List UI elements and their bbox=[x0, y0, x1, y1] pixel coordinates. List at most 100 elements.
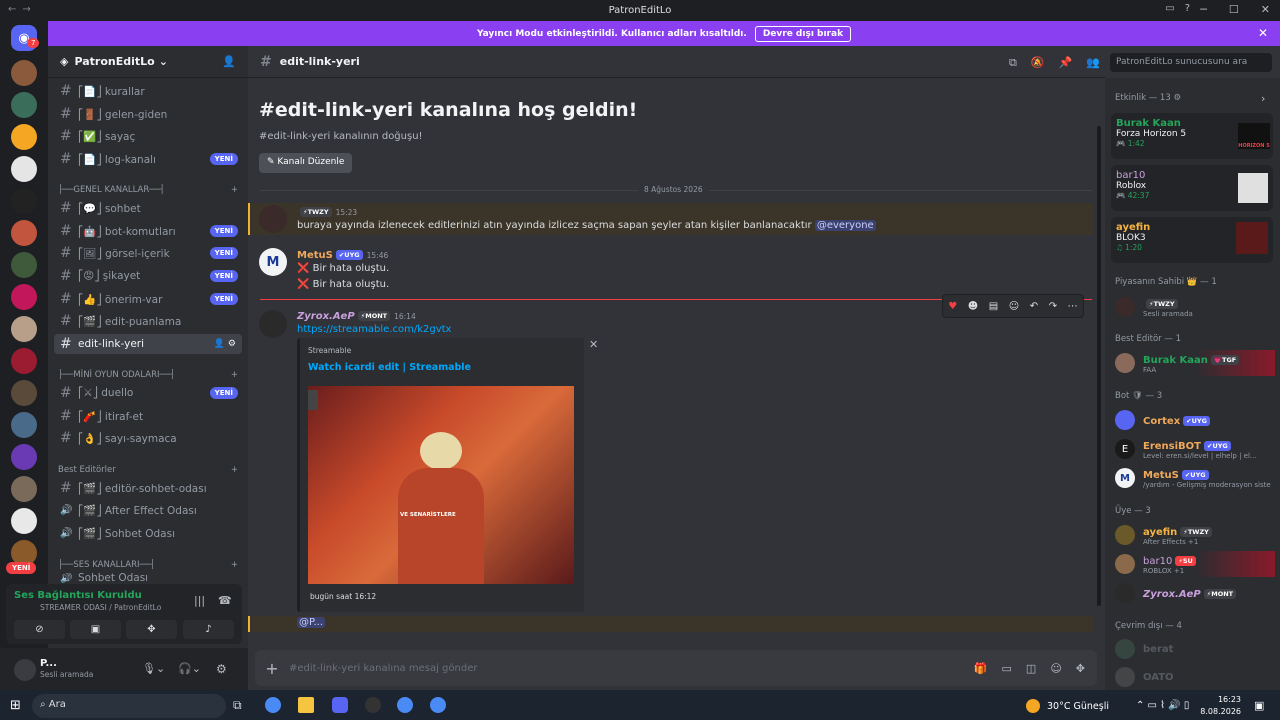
clock-date[interactable]: 8.08.2026 bbox=[1195, 707, 1241, 716]
message-author[interactable]: Zyrox.AeP bbox=[297, 311, 355, 322]
server-icon[interactable] bbox=[11, 92, 37, 118]
category-header[interactable]: ├──MİNİ OYUN ODALARI──┤ + bbox=[58, 370, 238, 380]
member-item[interactable]: berat bbox=[1115, 636, 1275, 662]
screen-share-button[interactable]: ▣ bbox=[70, 620, 121, 639]
category-header[interactable]: ├──SES KANALLARI──┤ + bbox=[58, 560, 238, 570]
member-item[interactable]: ayefin ⚡TWZY After Effects +1 bbox=[1115, 522, 1275, 548]
channel-item[interactable]: # ⎡🎬⎦ editör-sohbet-odası bbox=[54, 478, 242, 498]
member-item[interactable]: Burak Kaan 💗TGF FAA bbox=[1115, 350, 1275, 376]
weather-text[interactable]: 30°C Güneşli bbox=[1047, 701, 1109, 712]
channel-item[interactable]: # ⎡📄⎦ kurallar bbox=[54, 81, 242, 101]
add-member-icon[interactable]: 👤 bbox=[222, 55, 236, 68]
notification-icon[interactable]: 🔕 bbox=[1031, 56, 1045, 70]
maximize-button[interactable]: ☐ bbox=[1229, 3, 1239, 16]
notification-icon[interactable]: ▣ bbox=[1254, 699, 1264, 712]
member-item[interactable]: Cortex ✔UYG bbox=[1115, 407, 1275, 433]
channel-item[interactable]: # ⎡🖼⎦ görsel-içerik YENİ bbox=[54, 243, 242, 263]
server-header[interactable]: ◈ PatronEditLo ⌄ 👤 bbox=[48, 46, 248, 78]
headphones-icon[interactable]: 🎧⌄ bbox=[178, 662, 201, 675]
signal-icon[interactable]: ||| bbox=[194, 594, 205, 607]
apps-icon[interactable]: ✥ bbox=[1076, 662, 1085, 675]
member-item[interactable]: Zyrox.AeP ⚡MONT bbox=[1115, 580, 1275, 606]
threads-icon[interactable]: ⧉ bbox=[1009, 56, 1017, 70]
avatar[interactable]: M bbox=[259, 248, 287, 276]
chrome-icon[interactable] bbox=[397, 697, 413, 713]
rainbow-reaction-icon[interactable]: ▤ bbox=[989, 301, 998, 312]
sticker-icon[interactable]: ◫ bbox=[1026, 662, 1036, 675]
search-input[interactable]: PatronEditLo sunucusunu ara bbox=[1110, 53, 1272, 72]
add-channel-icon[interactable]: + bbox=[231, 370, 238, 380]
avatar[interactable] bbox=[259, 205, 287, 233]
member-item[interactable]: bar10 ⚡SU ROBLOX +1 bbox=[1115, 551, 1275, 577]
voice-channel-item[interactable]: 🔊 ⎡🎬⎦ Sohbet Odası bbox=[54, 523, 242, 543]
taskbar-search[interactable]: ⌕ Ara bbox=[32, 694, 226, 718]
server-icon[interactable] bbox=[11, 252, 37, 278]
everyone-mention[interactable]: @everyone bbox=[814, 220, 876, 231]
member-item[interactable]: OATO bbox=[1115, 664, 1275, 690]
channel-item[interactable]: # ⎡🚪⎦ gelen-giden bbox=[54, 104, 242, 124]
server-icon[interactable] bbox=[11, 220, 37, 246]
add-reaction-icon[interactable]: ☺ bbox=[1009, 301, 1019, 312]
mic-icon[interactable]: 🎙⌄ bbox=[142, 662, 165, 675]
task-view-icon[interactable]: ⧉ bbox=[233, 698, 242, 713]
new-servers-pill[interactable]: YENİ bbox=[6, 562, 37, 574]
add-channel-icon[interactable]: + bbox=[231, 185, 238, 195]
server-icon[interactable] bbox=[11, 348, 37, 374]
voice-channel-item[interactable]: 🔊 Sohbet Odası bbox=[54, 573, 242, 583]
add-channel-icon[interactable]: + bbox=[231, 560, 238, 570]
member-list-icon[interactable]: 👥 bbox=[1086, 56, 1100, 70]
user-mention[interactable]: @P... bbox=[297, 617, 326, 628]
forward-icon[interactable]: ↷ bbox=[1049, 301, 1057, 312]
member-item[interactable]: ⚡TWZY Sesli aramada bbox=[1115, 294, 1275, 320]
close-embed-icon[interactable]: ✕ bbox=[589, 338, 598, 351]
reaction-icon[interactable]: ☻ bbox=[968, 301, 978, 312]
server-icon[interactable] bbox=[11, 124, 37, 150]
file-explorer-icon[interactable] bbox=[298, 697, 314, 713]
chrome-icon[interactable] bbox=[265, 697, 281, 713]
pin-icon[interactable]: 📌 bbox=[1059, 56, 1073, 70]
chevron-right-icon[interactable]: › bbox=[1261, 92, 1265, 105]
server-icon[interactable] bbox=[11, 412, 37, 438]
camera-button[interactable]: ⊘ bbox=[14, 620, 65, 639]
windows-start-icon[interactable]: ⊞ bbox=[10, 698, 21, 713]
member-item[interactable]: E ErensiBOT ✔UYG Level: eren.si/level | elh… bbox=[1115, 436, 1275, 462]
channel-item[interactable]: # ⎡🧨⎦ itiraf-et bbox=[54, 406, 242, 426]
disconnect-icon[interactable]: ☎ bbox=[218, 594, 232, 607]
edit-channel-button[interactable]: ✎ Kanalı Düzenle bbox=[259, 153, 353, 173]
voice-channel-name[interactable]: STREAMER ODASI / PatronEditLo bbox=[40, 603, 161, 612]
more-icon[interactable]: ⋯ bbox=[1068, 301, 1078, 312]
channel-item[interactable]: # ⎡✅⎦ sayaç bbox=[54, 126, 242, 146]
gif-icon[interactable]: ▭ bbox=[1002, 662, 1012, 675]
soundboard-button[interactable]: ♪ bbox=[183, 620, 234, 639]
channel-item[interactable]: # ⎡👌⎦ sayı-saymaca bbox=[54, 428, 242, 448]
close-banner-icon[interactable]: ✕ bbox=[1258, 26, 1268, 40]
channel-settings-icon[interactable]: 👤 ⚙ bbox=[214, 339, 236, 349]
channel-item-active[interactable]: # edit-link-yeri 👤 ⚙ bbox=[54, 334, 242, 354]
video-thumbnail[interactable]: VE SENARİSTLERE bbox=[308, 386, 574, 584]
channel-item[interactable]: # ⎡😡⎦ şikayet YENİ bbox=[54, 266, 242, 286]
server-icon[interactable] bbox=[11, 444, 37, 470]
channel-item[interactable]: # ⎡💬⎦ sohbet bbox=[54, 198, 242, 218]
avatar[interactable] bbox=[259, 310, 287, 338]
tray-icons[interactable]: ⌃ ▭ ⌇ 🔊 ▯ bbox=[1136, 700, 1189, 711]
scrollbar[interactable] bbox=[1097, 126, 1101, 606]
category-header[interactable]: ├──GENEL KANALLAR──┤ + bbox=[58, 185, 238, 195]
emoji-icon[interactable]: ☺ bbox=[1050, 662, 1061, 675]
inbox-icon[interactable]: ▭ bbox=[1165, 3, 1174, 14]
voice-channel-item[interactable]: 🔊 ⎡🎬⎦ After Effect Odası bbox=[54, 500, 242, 520]
minimize-button[interactable]: ─ bbox=[1200, 3, 1207, 16]
message-input[interactable]: #edit-link-yeri kanalına mesaj gönder bbox=[289, 663, 974, 674]
discord-taskbar-icon[interactable] bbox=[332, 697, 348, 713]
server-icon[interactable] bbox=[11, 380, 37, 406]
server-icon[interactable] bbox=[11, 508, 37, 534]
disable-streamer-mode-button[interactable]: Devre dışı bırak bbox=[754, 25, 852, 42]
gear-icon[interactable]: ⚙ bbox=[216, 662, 227, 676]
activity-card[interactable]: bar10 Roblox 🎮 42:37 bbox=[1111, 165, 1273, 211]
chrome-icon[interactable] bbox=[430, 697, 446, 713]
clock-time[interactable]: 16:23 bbox=[1205, 695, 1241, 704]
app-icon[interactable] bbox=[365, 697, 381, 713]
nav-arrows[interactable]: ←→ bbox=[8, 4, 37, 15]
activity-button[interactable]: ✥ bbox=[126, 620, 177, 639]
channel-item[interactable]: # ⎡🎬⎦ edit-puanlama bbox=[54, 311, 242, 331]
activity-card[interactable]: ayefin BLOK3 ♫ 1:20 bbox=[1111, 217, 1273, 263]
